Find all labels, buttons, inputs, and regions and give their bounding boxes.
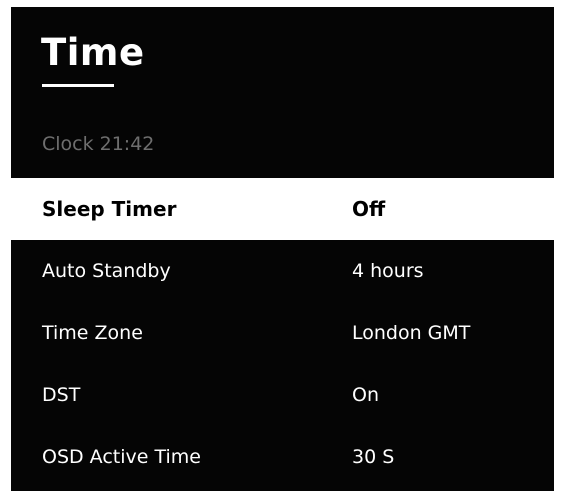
menu-item-value: 30 S	[352, 446, 395, 468]
menu-item-value: 4 hours	[352, 260, 424, 282]
time-settings-panel: Time Clock 21:42 Sleep Timer Off Auto Sta…	[11, 7, 554, 491]
settings-menu: Sleep Timer Off Auto Standby 4 hours Tim…	[11, 178, 554, 488]
clock-readout: Clock 21:42	[42, 131, 154, 157]
menu-item-time-zone[interactable]: Time Zone London GMT	[11, 302, 554, 364]
menu-item-dst[interactable]: DST On	[11, 364, 554, 426]
menu-item-sleep-timer[interactable]: Sleep Timer Off	[11, 178, 554, 240]
title-underline	[42, 84, 114, 87]
menu-item-label: Sleep Timer	[42, 197, 177, 221]
menu-item-value: London GMT	[352, 322, 471, 344]
menu-item-label: Auto Standby	[42, 260, 171, 282]
menu-item-label: OSD Active Time	[42, 446, 201, 468]
clock-label: Clock	[42, 133, 94, 155]
clock-time: 21:42	[99, 133, 155, 155]
menu-item-auto-standby[interactable]: Auto Standby 4 hours	[11, 240, 554, 302]
menu-item-label: Time Zone	[42, 322, 143, 344]
menu-item-label: DST	[42, 384, 81, 406]
menu-item-value: Off	[352, 197, 386, 221]
menu-item-osd-active-time[interactable]: OSD Active Time 30 S	[11, 426, 554, 488]
menu-item-value: On	[352, 384, 379, 406]
page-title: Time	[41, 31, 145, 74]
